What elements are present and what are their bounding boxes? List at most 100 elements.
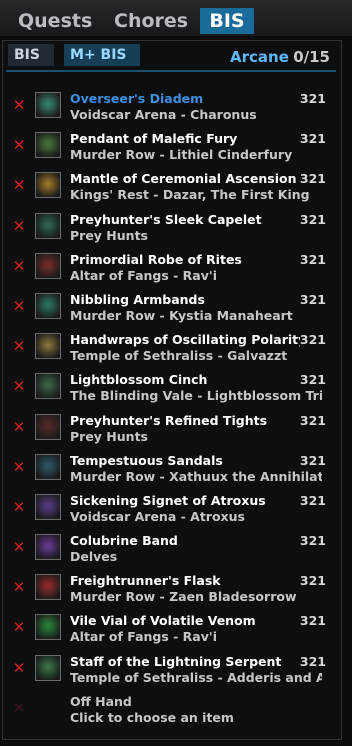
remove-icon[interactable]: ✕ — [12, 298, 26, 313]
remove-icon[interactable]: ✕ — [12, 620, 26, 635]
remove-icon: ✕ — [12, 698, 26, 717]
choose-item-hint[interactable]: Click to choose an item — [70, 710, 322, 725]
item-name[interactable]: Mantle of Ceremonial Ascension — [70, 171, 300, 186]
item-icon — [35, 534, 61, 561]
item-icon — [35, 132, 61, 159]
remove-icon[interactable]: ✕ — [12, 98, 26, 113]
item-source: Murder Row - Lithiel Cinderfury — [70, 147, 293, 163]
item-icon — [35, 292, 61, 319]
item-level: 321 — [299, 332, 326, 348]
item-source: Murder Row - Xathuux the Annihilator — [70, 468, 322, 484]
item-source: Altar of Fangs - Rav'i — [70, 267, 218, 283]
list-item[interactable]: ✕ Nibbling Armbands Murder Row - Kystia Ma… — [0, 289, 352, 329]
tab-bar: Quests Chores BIS — [0, 0, 352, 36]
item-name[interactable]: Sickening Signet of Atroxus — [70, 493, 300, 508]
list-item[interactable]: ✕ Overseer's Diadem Voidscar Arena - Charo… — [0, 88, 352, 128]
item-source: Prey Hunts — [70, 227, 148, 243]
item-source: Voidscar Arena - Atroxus — [70, 508, 245, 524]
remove-icon[interactable]: ✕ — [12, 459, 26, 474]
list-item[interactable]: ✕ Primordial Robe of Rites Altar of Fangs … — [0, 249, 352, 289]
item-level: 321 — [299, 492, 326, 508]
item-name[interactable]: Primordial Robe of Rites — [70, 252, 300, 267]
item-source: Kings' Rest - Dazar, The First King — [70, 187, 310, 203]
remove-icon[interactable]: ✕ — [12, 258, 26, 273]
list-item[interactable]: ✕ Tempestuous Sandals Murder Row - Xathuux… — [0, 450, 352, 490]
item-name[interactable]: Staff of the Lightning Serpent — [70, 654, 300, 669]
item-icon — [35, 654, 61, 681]
list-item[interactable]: ✕ Preyhunter's Sleek Capelet Prey Hunts 321 — [0, 209, 352, 249]
item-level: 321 — [299, 573, 326, 589]
item-level: 321 — [299, 131, 326, 147]
item-level: 321 — [299, 533, 326, 549]
tab-quests[interactable]: Quests — [14, 8, 96, 34]
item-icon — [35, 212, 61, 239]
item-source: The Blinding Vale - Lightblossom Trinity — [70, 388, 322, 404]
list-item[interactable]: ✕ Colubrine Band Delves 321 — [0, 530, 352, 570]
item-icon — [35, 92, 61, 118]
item-name[interactable]: Preyhunter's Sleek Capelet — [70, 212, 300, 227]
list-item[interactable]: ✕ Vile Vial of Volatile Venom Altar of Fan… — [0, 610, 352, 650]
item-level: 321 — [299, 171, 326, 187]
list-item[interactable]: ✕ Mantle of Ceremonial Ascension Kings' Re… — [0, 168, 352, 208]
offhand-slot-row[interactable]: ✕ Off Hand Click to choose an item — [0, 691, 352, 731]
item-source: Temple of Sethraliss - Adderis and As... — [70, 669, 322, 685]
remove-icon[interactable]: ✕ — [12, 339, 26, 354]
list-item[interactable]: ✕ Staff of the Lightning Serpent Temple of… — [0, 651, 352, 691]
spec-label: Arcane — [230, 48, 289, 66]
item-icon — [35, 252, 61, 279]
item-level: 321 — [299, 291, 326, 307]
remove-icon[interactable]: ✕ — [12, 218, 26, 233]
list-item[interactable]: ✕ Handwraps of Oscillating Polarity Temple… — [0, 329, 352, 369]
list-item[interactable]: ✕ Preyhunter's Refined Tights Prey Hunts 32… — [0, 410, 352, 450]
item-icon — [35, 493, 61, 520]
item-name[interactable]: Overseer's Diadem — [70, 91, 300, 106]
list-item[interactable]: ✕ Pendant of Malefic Fury Murder Row - Lit… — [0, 128, 352, 168]
progress-count: 0/15 — [293, 48, 330, 66]
item-icon — [35, 614, 61, 641]
tab-bis[interactable]: BIS — [200, 8, 254, 34]
item-source: Prey Hunts — [70, 428, 148, 444]
item-level: 321 — [299, 372, 326, 388]
item-level: 321 — [299, 412, 326, 428]
tab-chores[interactable]: Chores — [110, 8, 192, 34]
item-level: 321 — [299, 452, 326, 468]
remove-icon[interactable]: ✕ — [12, 499, 26, 514]
remove-icon[interactable]: ✕ — [12, 379, 26, 394]
item-name[interactable]: Freightrunner's Flask — [70, 573, 300, 588]
item-name[interactable]: Pendant of Malefic Fury — [70, 131, 300, 146]
item-name[interactable]: Lightblossom Cinch — [70, 372, 300, 387]
header-divider — [6, 70, 336, 72]
remove-icon[interactable]: ✕ — [12, 419, 26, 434]
remove-icon[interactable]: ✕ — [12, 580, 26, 595]
item-level: 321 — [299, 211, 326, 227]
item-source: Temple of Sethraliss - Galvazzt — [70, 348, 288, 364]
item-source: Murder Row - Zaen Bladesorrow — [70, 589, 297, 605]
item-name[interactable]: Preyhunter's Refined Tights — [70, 413, 300, 428]
item-icon — [35, 413, 61, 440]
offhand-slot-label: Off Hand — [70, 693, 132, 709]
item-level: 321 — [299, 653, 326, 669]
subtab-bis[interactable]: BIS — [8, 44, 54, 66]
item-source: Altar of Fangs - Rav'i — [70, 629, 218, 645]
item-icon — [35, 172, 61, 199]
list-item[interactable]: ✕ Sickening Signet of Atroxus Voidscar Are… — [0, 490, 352, 530]
item-icon — [35, 453, 61, 480]
remove-icon[interactable]: ✕ — [12, 660, 26, 675]
item-source: Voidscar Arena - Charonus — [70, 107, 257, 122]
item-icon — [35, 333, 61, 360]
item-name[interactable]: Vile Vial of Volatile Venom — [70, 613, 300, 628]
list-item[interactable]: ✕ Freightrunner's Flask Murder Row - Zaen … — [0, 570, 352, 610]
item-name[interactable]: Colubrine Band — [70, 533, 300, 548]
item-level: 321 — [299, 613, 326, 629]
remove-icon[interactable]: ✕ — [12, 178, 26, 193]
item-name[interactable]: Handwraps of Oscillating Polarity — [70, 332, 300, 347]
item-name[interactable]: Nibbling Armbands — [70, 292, 300, 307]
item-source: Delves — [70, 549, 118, 565]
item-name[interactable]: Tempestuous Sandals — [70, 453, 300, 468]
item-level: 321 — [299, 91, 326, 106]
subtab-mplus-bis[interactable]: M+ BIS — [64, 44, 140, 66]
list-item[interactable]: ✕ Lightblossom Cinch The Blinding Vale - L… — [0, 369, 352, 409]
item-icon — [35, 574, 61, 601]
remove-icon[interactable]: ✕ — [12, 138, 26, 153]
remove-icon[interactable]: ✕ — [12, 540, 26, 555]
